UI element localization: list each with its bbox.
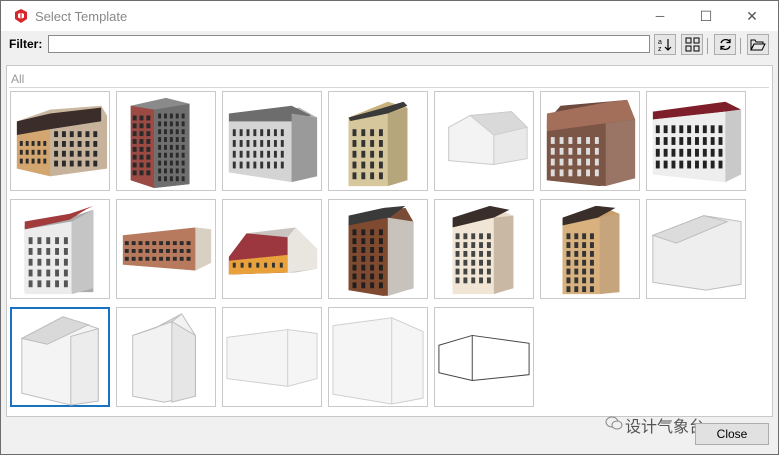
building-preview-image — [24, 205, 94, 295]
close-window-button[interactable]: ✕ — [729, 1, 775, 31]
grid-view-button[interactable] — [681, 34, 703, 55]
filter-toolbar: Filter: az — [1, 31, 778, 63]
minimize-button[interactable]: ─ — [637, 1, 683, 31]
template-thumbnail-blank-box-wide[interactable] — [222, 307, 322, 407]
building-preview-image — [651, 215, 742, 291]
template-thumbnail-blank-box-outline[interactable] — [434, 307, 534, 407]
building-preview-image — [348, 205, 414, 297]
building-preview-image — [348, 101, 408, 187]
template-thumbnail-long-balcony-block[interactable] — [116, 199, 216, 299]
svg-text:a: a — [658, 39, 662, 46]
template-thumbnail-brown-tall-tower[interactable] — [328, 199, 428, 299]
toolbar-separator — [707, 38, 708, 54]
building-preview-image — [452, 205, 514, 295]
filter-input[interactable] — [48, 35, 650, 53]
watermark-text: 设计气象台 — [625, 417, 706, 436]
building-preview-image — [20, 316, 99, 406]
maximize-button[interactable]: ☐ — [683, 1, 729, 31]
building-preview-image — [228, 105, 318, 183]
refresh-button[interactable] — [714, 34, 736, 55]
template-thumbnail-yellow-cottage[interactable] — [222, 199, 322, 299]
template-thumbnail-ornate-classic-block[interactable] — [646, 91, 746, 191]
window-title: Select Template — [35, 9, 128, 24]
open-folder-icon — [750, 39, 766, 50]
category-divider — [9, 87, 769, 88]
template-thumbnail-grey-brick-tower[interactable] — [116, 91, 216, 191]
open-folder-button[interactable] — [747, 34, 769, 55]
building-preview-image — [228, 227, 318, 275]
building-preview-image — [332, 317, 424, 405]
template-thumbnail-beige-ornate-tower[interactable] — [540, 199, 640, 299]
svg-text:z: z — [658, 46, 662, 52]
template-thumbnail-blank-gable-large[interactable] — [646, 199, 746, 299]
maximize-icon: ☐ — [699, 7, 713, 24]
refresh-icon — [719, 38, 731, 51]
building-preview-image — [130, 97, 190, 189]
template-thumbnail-blank-wide-gable[interactable] — [434, 91, 534, 191]
template-thumbnail-blank-gable-narrow[interactable] — [116, 307, 216, 407]
building-preview-image — [652, 101, 742, 183]
template-thumbnail-beige-tall-gable[interactable] — [328, 91, 428, 191]
template-thumbnail-grey-classic-block[interactable] — [222, 91, 322, 191]
sort-button[interactable]: az — [654, 34, 676, 55]
building-preview-image — [132, 313, 196, 403]
template-thumbnail-brown-classic-block[interactable] — [540, 91, 640, 191]
building-preview-image — [448, 111, 529, 166]
close-button[interactable]: Close — [695, 423, 769, 445]
building-preview-image — [16, 105, 108, 177]
select-template-dialog: Select Template ─ ☐ ✕ Filter: az All 设计气… — [0, 0, 779, 455]
sort-az-icon: az — [658, 39, 672, 52]
template-thumbnail-blank-gable-selected[interactable] — [10, 307, 110, 407]
template-thumbnail-row-townhouse-brick[interactable] — [10, 91, 110, 191]
building-preview-image — [226, 329, 318, 387]
building-preview-image — [438, 334, 530, 382]
minimize-icon: ─ — [655, 9, 665, 23]
dialog-footer: 设计气象台 Close — [1, 416, 778, 454]
template-thumbnail-ornate-arcade-tower[interactable] — [434, 199, 534, 299]
category-label: All — [11, 72, 25, 86]
toolbar-separator — [740, 38, 741, 54]
building-preview-image — [122, 227, 212, 271]
building-preview-image — [546, 99, 636, 187]
building-preview-image — [562, 205, 620, 295]
sketchup-logo-icon — [15, 9, 27, 23]
wechat-watermark-icon — [605, 416, 623, 430]
grid-view-icon — [685, 37, 699, 52]
template-thumbnail-blank-box-tall[interactable] — [328, 307, 428, 407]
template-list-panel: All — [6, 65, 773, 417]
template-thumbnail-white-red-roof[interactable] — [10, 199, 110, 299]
title-bar: Select Template ─ ☐ ✕ — [1, 1, 778, 31]
close-icon: ✕ — [746, 7, 758, 24]
filter-label: Filter: — [9, 37, 43, 51]
